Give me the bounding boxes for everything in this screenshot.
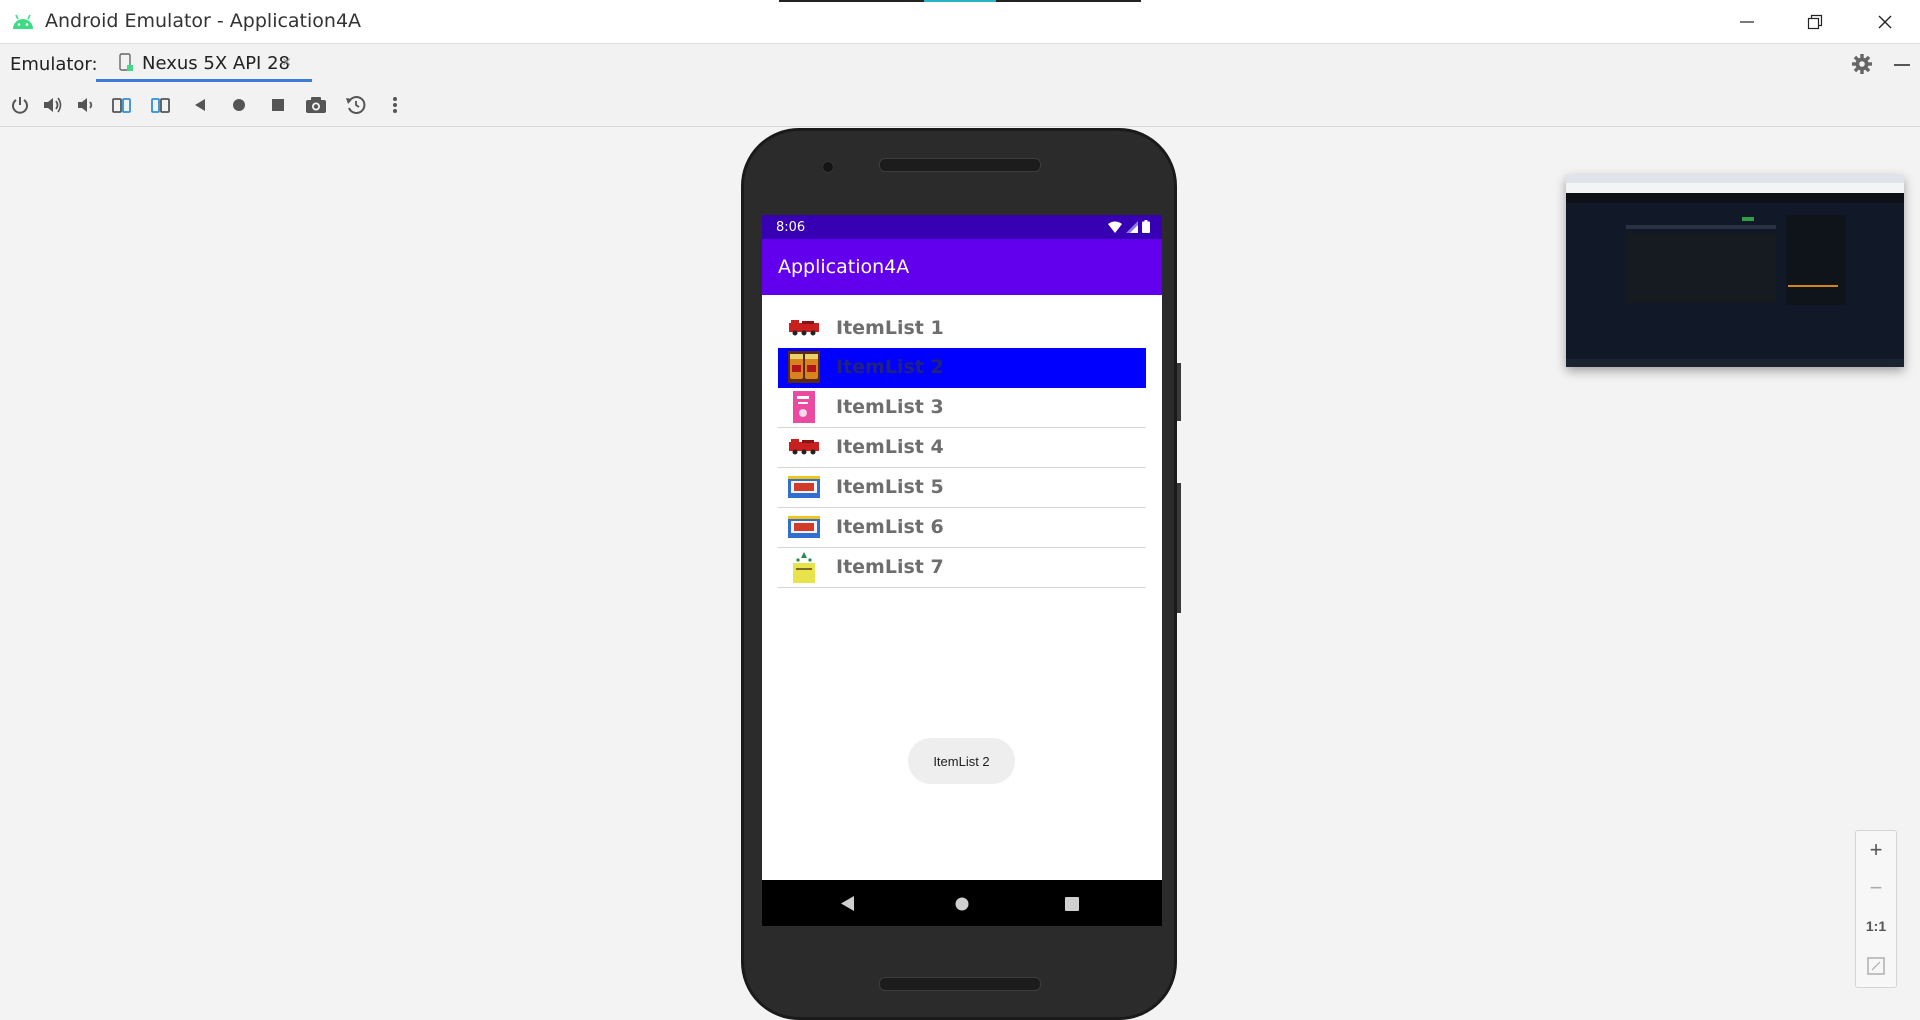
volume-up-icon xyxy=(44,97,62,113)
minimize-icon xyxy=(1740,20,1754,23)
tab-label: Nexus 5X API 28 xyxy=(142,53,290,74)
window-title: Android Emulator - Application4A xyxy=(45,10,362,32)
rotate-right-button[interactable] xyxy=(149,94,173,116)
list-item-label: ItemList 6 xyxy=(836,516,944,538)
emulator-tab-bar: Emulator: Nexus 5X API 28 × xyxy=(0,43,1920,85)
fit-screen-icon xyxy=(1867,957,1885,975)
jars-image xyxy=(788,351,820,383)
red-truck-image xyxy=(789,439,819,455)
item-list: ItemList 1 ItemList 2 ItemList 3 ItemLis… xyxy=(778,309,1146,588)
tab-nexus-5x-api-28[interactable]: Nexus 5X API 28 × xyxy=(96,44,312,82)
zoom-fit-button[interactable] xyxy=(1856,947,1896,985)
window-accent-stripe xyxy=(996,0,1141,2)
volume-down-icon xyxy=(78,98,93,112)
list-item-label: ItemList 5 xyxy=(836,476,944,498)
nav-home-icon[interactable] xyxy=(955,897,969,911)
zoom-in-button[interactable]: + xyxy=(1856,831,1896,869)
overview-button[interactable] xyxy=(266,94,290,116)
close-button[interactable] xyxy=(1850,0,1920,43)
overview-icon xyxy=(272,99,284,111)
window-accent-stripe xyxy=(924,0,996,2)
bottom-speaker xyxy=(879,977,1041,991)
rotate-left-button[interactable] xyxy=(109,94,133,116)
list-item[interactable]: ItemList 6 xyxy=(778,508,1146,548)
restore-icon xyxy=(1807,14,1823,29)
window-accent-stripe xyxy=(779,0,924,2)
title-bar: Android Emulator - Application4A xyxy=(0,0,1920,43)
volume-side-button[interactable] xyxy=(1177,483,1181,613)
back-button[interactable] xyxy=(188,94,212,116)
emulator-label: Emulator: xyxy=(10,54,98,75)
zoom-out-button[interactable]: − xyxy=(1856,869,1896,907)
snapshot-icon xyxy=(346,96,366,114)
app-bar: Application4A xyxy=(762,239,1162,295)
home-icon xyxy=(233,99,245,111)
volume-up-button[interactable] xyxy=(41,94,65,116)
wifi-icon xyxy=(1108,221,1122,233)
pink-book-image xyxy=(793,391,815,423)
list-item-label: ItemList 3 xyxy=(836,396,944,418)
list-item[interactable]: ItemList 7 xyxy=(778,548,1146,588)
list-item-label: ItemList 7 xyxy=(836,556,944,578)
yellow-card-image xyxy=(793,552,815,583)
hide-panel-button[interactable] xyxy=(1894,64,1910,66)
red-truck-image xyxy=(789,320,819,336)
preview-image xyxy=(1566,175,1904,367)
zoom-controls: + − 1:1 xyxy=(1855,830,1897,988)
toast-message: ItemList 2 xyxy=(908,738,1015,784)
list-item[interactable]: ItemList 5 xyxy=(778,468,1146,508)
more-icon xyxy=(393,97,397,113)
list-item-selected[interactable]: ItemList 2 xyxy=(778,348,1146,388)
power-icon xyxy=(12,97,28,114)
device-screen[interactable]: 8:06 Application4A ItemList 1 ItemList 2… xyxy=(762,215,1162,926)
list-item-label: ItemList 1 xyxy=(836,317,944,339)
power-button[interactable] xyxy=(8,94,32,116)
nav-overview-icon[interactable] xyxy=(1065,897,1079,911)
zoom-one-to-one-button[interactable]: 1:1 xyxy=(1856,907,1896,945)
front-camera xyxy=(822,161,834,173)
restore-button[interactable] xyxy=(1780,0,1850,43)
list-item-label: ItemList 2 xyxy=(836,356,944,378)
home-button[interactable] xyxy=(227,94,251,116)
top-speaker xyxy=(879,158,1041,172)
rotate-right-icon xyxy=(151,98,170,113)
screenshot-icon xyxy=(306,97,326,113)
zoom-in-icon: + xyxy=(1869,837,1883,862)
blue-box-image xyxy=(788,476,820,498)
battery-icon xyxy=(1142,220,1150,233)
device-frame: 8:06 Application4A ItemList 1 ItemList 2… xyxy=(741,128,1181,1020)
list-item[interactable]: ItemList 4 xyxy=(778,428,1146,468)
blue-box-image xyxy=(788,516,820,538)
navigation-bar xyxy=(762,880,1162,926)
power-side-button[interactable] xyxy=(1177,363,1181,421)
minimize-button[interactable] xyxy=(1712,0,1782,43)
back-icon xyxy=(195,99,205,111)
snapshot-button[interactable] xyxy=(344,94,368,116)
more-options-button[interactable] xyxy=(383,94,407,116)
rotate-left-icon xyxy=(112,98,131,113)
android-icon xyxy=(13,14,33,29)
toast-text: ItemList 2 xyxy=(933,753,990,769)
gear-icon[interactable] xyxy=(1851,53,1873,75)
tab-close-icon[interactable]: × xyxy=(282,54,291,72)
nav-back-icon[interactable] xyxy=(841,896,855,911)
list-item[interactable]: ItemList 3 xyxy=(778,388,1146,428)
close-icon xyxy=(1878,15,1892,28)
app-title: Application4A xyxy=(778,256,910,278)
list-item[interactable]: ItemList 1 xyxy=(778,309,1146,348)
status-bar: 8:06 xyxy=(762,215,1162,239)
list-item-label: ItemList 4 xyxy=(836,436,944,458)
device-icon xyxy=(119,53,133,71)
signal-icon xyxy=(1126,220,1138,233)
screen-preview-thumbnail[interactable] xyxy=(1566,175,1904,367)
screenshot-button[interactable] xyxy=(304,94,328,116)
zoom-one-to-one-label: 1:1 xyxy=(1865,918,1887,934)
status-time: 8:06 xyxy=(776,220,806,235)
emulator-toolbar xyxy=(0,84,1920,127)
volume-down-button[interactable] xyxy=(73,94,97,116)
zoom-out-icon: − xyxy=(1869,875,1883,900)
